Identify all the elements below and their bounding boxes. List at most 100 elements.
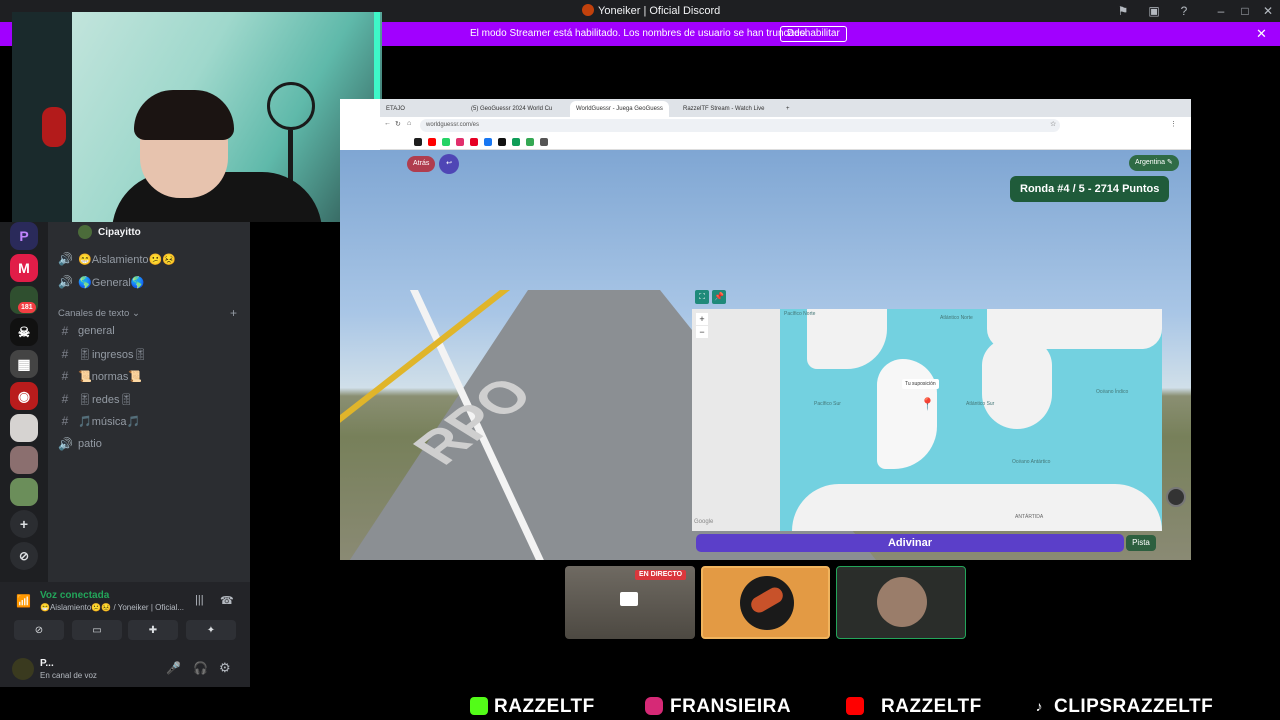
zoom-in-button[interactable]: + <box>696 313 708 325</box>
guess-button[interactable]: Adivinar <box>696 534 1124 552</box>
text-channel-normas[interactable]: # 📜normas📜 <box>58 366 142 386</box>
soundboard-icon: ✦ <box>206 624 216 636</box>
server-icon-skull[interactable]: ☠ <box>10 318 38 346</box>
bookmark-icon[interactable] <box>470 138 478 146</box>
server-icon-p[interactable]: P <box>10 222 38 250</box>
screen-share-icon: ▭ <box>92 624 102 636</box>
speaker-icon: 🔊 <box>58 252 73 266</box>
server-icon-landscape[interactable] <box>10 478 38 506</box>
voice-member[interactable]: Cipayitto <box>78 222 141 242</box>
bookmark-icon[interactable] <box>526 138 534 146</box>
user-name: P... <box>40 658 54 669</box>
soundboard-button[interactable]: ✦ <box>186 620 236 640</box>
hash-icon: # <box>61 324 69 338</box>
fan <box>267 82 315 130</box>
server-icon-demon[interactable]: ◉ <box>10 382 38 410</box>
new-tab-icon[interactable]: + <box>780 101 796 117</box>
category-text-channels[interactable]: Canales de texto ⌄ <box>58 308 140 319</box>
menu-icon[interactable]: ⋮ <box>1170 120 1177 128</box>
browser-tab[interactable]: (5) GeoGuessr 2024 World Cu <box>465 101 558 117</box>
add-channel-icon[interactable]: + <box>230 306 237 320</box>
map-marker-icon[interactable]: 📍 <box>920 397 935 411</box>
eurasia-landmass <box>987 309 1162 349</box>
stream-tile-avatar[interactable] <box>701 566 830 639</box>
maximize-icon[interactable]: □ <box>1237 3 1253 19</box>
discover-icon[interactable]: ⊘ <box>10 542 38 570</box>
microphone-icon[interactable]: 🎤 <box>166 661 181 675</box>
hash-icon: # <box>61 369 69 383</box>
avatar <box>877 577 927 627</box>
camera-off-button[interactable]: ⊘ <box>14 620 64 640</box>
screen-icon <box>620 592 638 606</box>
signal-icon: 📶 <box>16 594 31 608</box>
bookmark-icon[interactable] <box>540 138 548 146</box>
text-channel-general[interactable]: # general <box>58 321 115 341</box>
text-channel-ingresos[interactable]: # 🎚ingresos🎚 <box>58 344 148 364</box>
bookmark-icon[interactable] <box>414 138 422 146</box>
bookmark-icon[interactable] <box>428 138 436 146</box>
expand-map-icon[interactable]: ⛶ <box>695 290 709 304</box>
minimize-icon[interactable]: – <box>1213 3 1229 19</box>
help-icon[interactable]: ? <box>1176 3 1192 19</box>
stream-tile-user[interactable] <box>836 566 966 639</box>
banner-close-icon[interactable]: ✕ <box>1256 26 1267 42</box>
add-server-icon[interactable]: + <box>10 510 38 538</box>
disable-streamer-button[interactable]: Deshabilitar <box>780 26 847 42</box>
undo-icon[interactable]: ↩ <box>439 154 459 174</box>
youtube-icon <box>846 697 864 715</box>
compass-icon[interactable] <box>1166 487 1186 507</box>
africa-landmass <box>982 339 1052 429</box>
text-channel-musica[interactable]: # 🎵música🎵 <box>58 411 141 431</box>
pin-map-icon[interactable]: 📌 <box>712 290 726 304</box>
map-label: Pacífico Norte <box>784 311 816 317</box>
server-icon-grid[interactable]: ▦ <box>10 350 38 378</box>
voice-channel-patio[interactable]: 🔊 patio <box>58 434 102 454</box>
browser-tab[interactable]: RazzelTF Stream - Watch Live <box>677 101 770 117</box>
server-icon-photo[interactable] <box>10 446 38 474</box>
disconnect-icon[interactable]: ☎ <box>220 594 234 607</box>
user-bar: P... En canal de voz 🎤 🎧 ⚙ <box>0 650 250 687</box>
reload-icon[interactable]: ↻ <box>395 120 401 128</box>
server-icon-portrait[interactable] <box>10 414 38 442</box>
star-icon[interactable]: ☆ <box>1050 120 1056 128</box>
bookmark-icon[interactable] <box>512 138 520 146</box>
bookmark-icon[interactable] <box>456 138 464 146</box>
country-chip[interactable]: Argentina ✎ <box>1129 155 1179 171</box>
map-label: Atlántico Sur <box>966 401 995 407</box>
headphones-icon[interactable]: 🎧 <box>193 661 208 675</box>
avatar[interactable] <box>12 658 34 680</box>
voice-status[interactable]: Voz conectada <box>40 590 109 601</box>
back-button[interactable]: Atrás <box>407 156 436 172</box>
bookmark-icon[interactable] <box>498 138 506 146</box>
google-logo: Google <box>694 519 714 525</box>
inbox-flag-icon[interactable]: ⚑ <box>1115 3 1131 19</box>
browser-tab-active[interactable]: WorldGuessr - Juega GeoGuess <box>570 101 669 117</box>
activities-button[interactable]: ✚ <box>128 620 178 640</box>
notification-badge: 181 <box>18 302 36 313</box>
browser-tab[interactable]: ETAJO <box>380 101 411 117</box>
voice-channel-general[interactable]: 🔊 🌎General🌎 <box>58 272 145 292</box>
zoom-out-button[interactable]: − <box>696 326 708 338</box>
screen-share-button[interactable]: ▭ <box>72 620 122 640</box>
noise-suppression-icon[interactable]: ||| <box>195 594 204 606</box>
voice-channel-aislamiento[interactable]: 🔊 😁Aislamiento😕😣 <box>58 249 176 269</box>
hash-icon: # <box>61 414 69 428</box>
close-window-icon[interactable]: ✕ <box>1260 3 1276 19</box>
home-icon[interactable]: ⌂ <box>407 120 411 127</box>
server-icon-m[interactable]: M <box>10 254 38 282</box>
screen-icon[interactable]: ▣ <box>1146 3 1162 19</box>
bookmarks-bar <box>380 134 1191 150</box>
bookmark-icon[interactable] <box>442 138 450 146</box>
map-label: ANTÁRTIDA <box>1015 514 1044 520</box>
gear-icon[interactable]: ⚙ <box>219 660 231 676</box>
social-handle-youtube: RAZZELTF <box>881 696 982 717</box>
text-channel-redes[interactable]: # 🎚redes🎚 <box>58 389 134 409</box>
bookmark-icon[interactable] <box>484 138 492 146</box>
instagram-icon <box>645 697 663 715</box>
address-bar[interactable]: worldguessr.com/es <box>420 119 1060 132</box>
hint-button[interactable]: Pista <box>1126 535 1156 551</box>
hash-icon: # <box>61 347 69 361</box>
stream-tile-screen[interactable]: EN DIRECTO <box>565 566 695 639</box>
back-arrow-icon[interactable]: ← <box>384 120 391 127</box>
guess-minimap[interactable]: Pacífico Norte Atlántico Norte Pacífico … <box>692 309 1162 531</box>
